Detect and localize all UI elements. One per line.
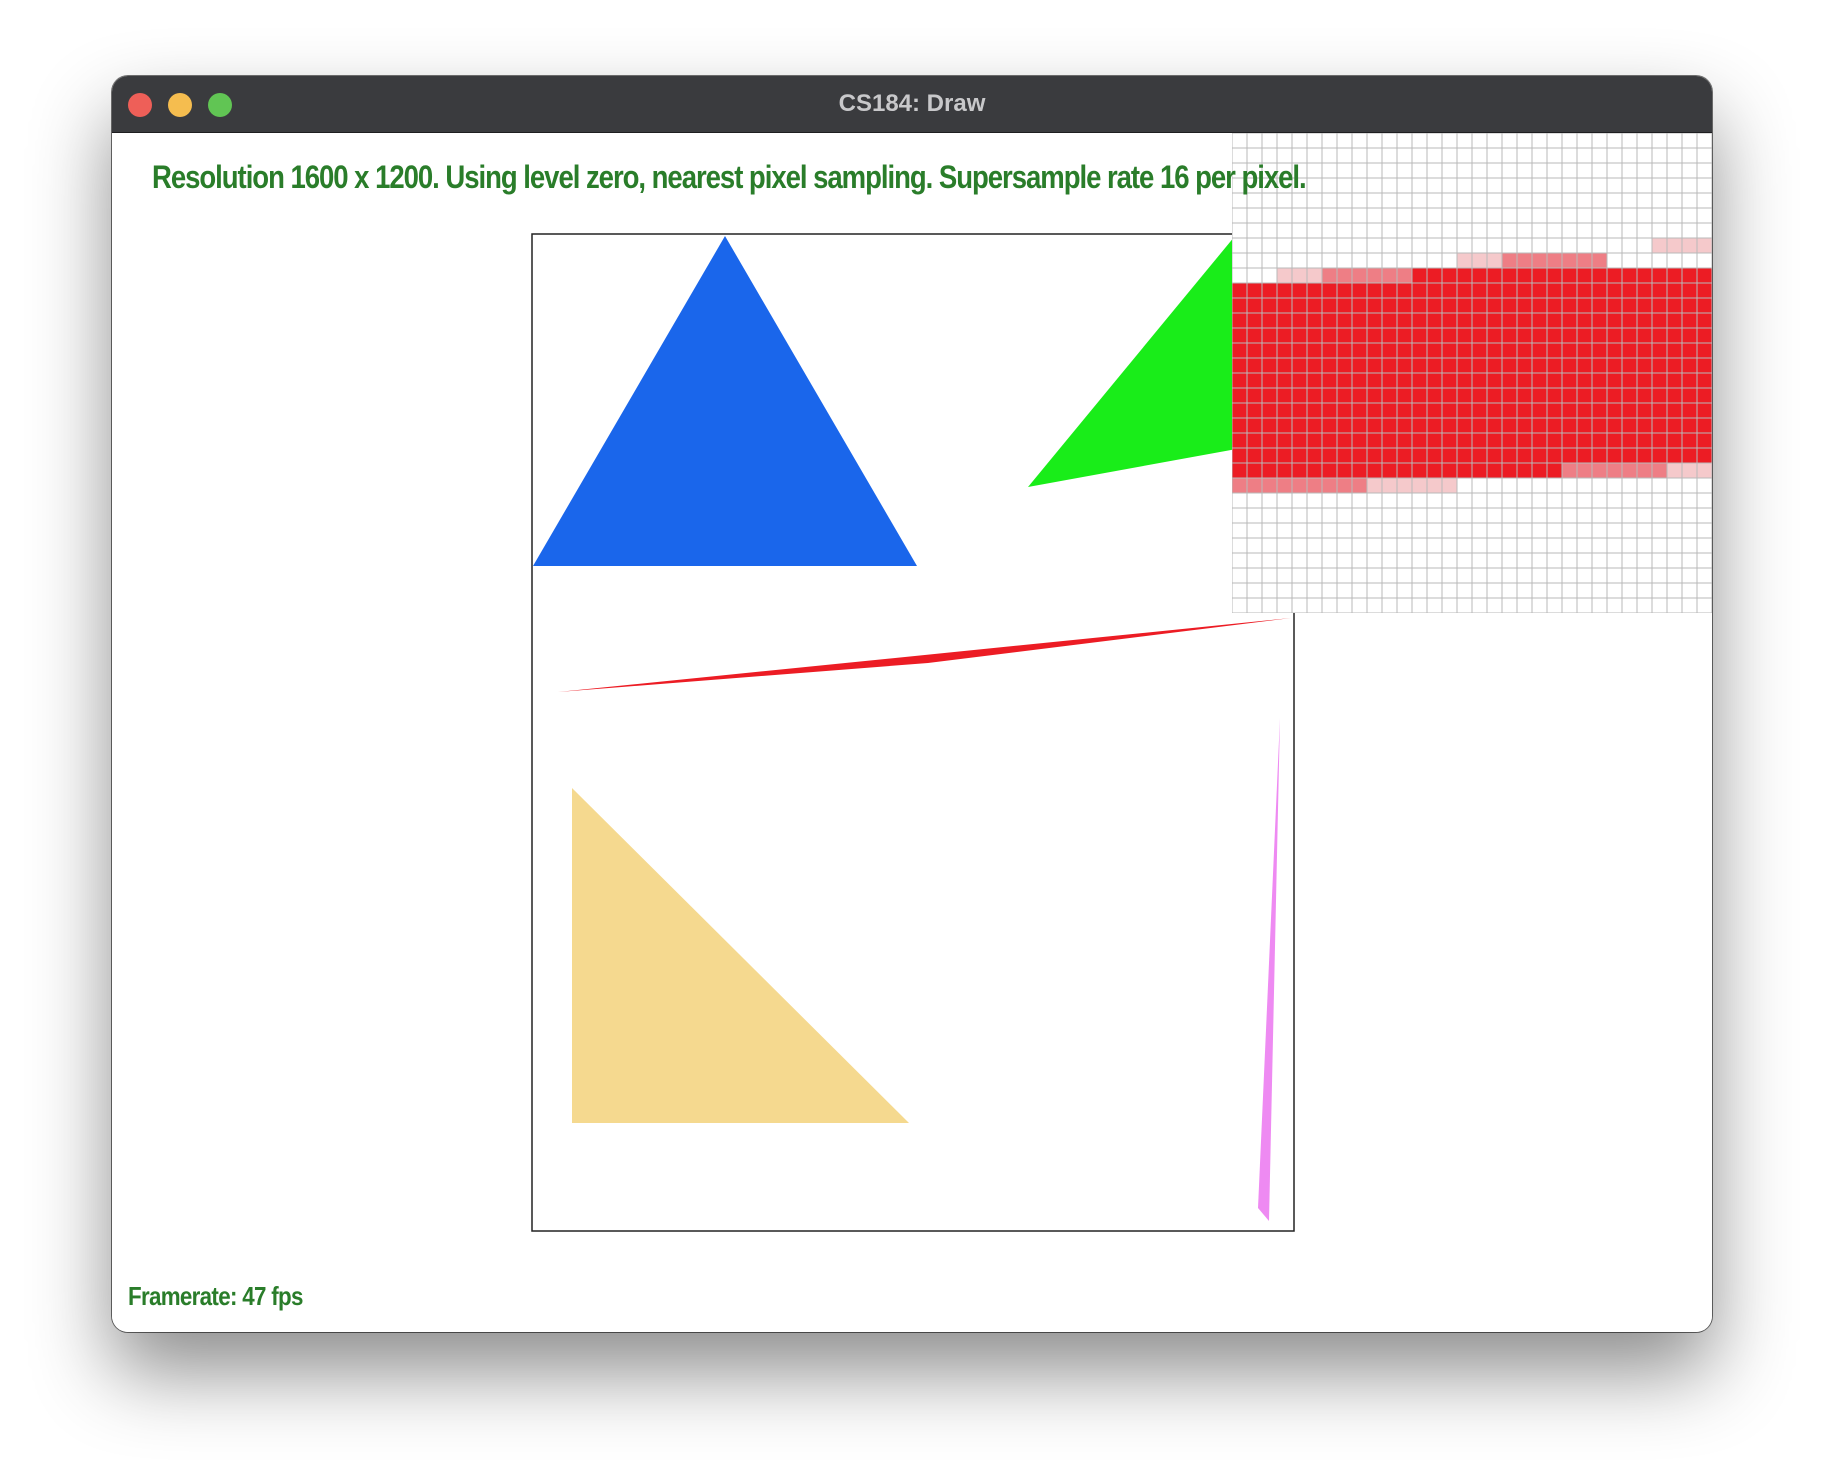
edge-pixel xyxy=(1367,478,1382,493)
edge-pixel xyxy=(1247,478,1262,493)
edge-pixel xyxy=(1517,253,1532,268)
render-area[interactable]: Resolution 1600 x 1200. Using level zero… xyxy=(112,133,1712,1332)
edge-pixel xyxy=(1322,268,1337,283)
edge-pixel xyxy=(1502,253,1517,268)
edge-pixel xyxy=(1232,478,1247,493)
edge-pixel xyxy=(1637,463,1652,478)
zoom-inset xyxy=(1232,133,1712,613)
edge-pixel xyxy=(1442,478,1457,493)
edge-pixel xyxy=(1487,253,1502,268)
edge-pixel xyxy=(1697,463,1712,478)
edge-pixel xyxy=(1682,238,1697,253)
edge-pixel xyxy=(1352,478,1367,493)
edge-pixel xyxy=(1667,463,1682,478)
edge-pixel xyxy=(1307,478,1322,493)
edge-pixel xyxy=(1397,478,1412,493)
edge-pixel xyxy=(1412,478,1427,493)
red-body-pixels xyxy=(1232,283,1607,478)
edge-pixel xyxy=(1592,253,1607,268)
edge-pixel xyxy=(1337,478,1352,493)
edge-pixel xyxy=(1697,238,1712,253)
edge-pixel xyxy=(1307,268,1322,283)
edge-pixel xyxy=(1562,463,1577,478)
edge-pixel xyxy=(1382,478,1397,493)
red-body-pixels xyxy=(1412,268,1607,283)
edge-pixel xyxy=(1262,478,1277,493)
edge-pixel xyxy=(1622,463,1637,478)
edge-pixel xyxy=(1322,478,1337,493)
title-bar: CS184: Draw xyxy=(112,76,1712,133)
edge-pixel xyxy=(1397,268,1412,283)
window-title: CS184: Draw xyxy=(838,90,986,117)
app-window: CS184: Draw Resolution 1600 x 1200. Usin… xyxy=(112,76,1712,1332)
edge-pixel xyxy=(1382,268,1397,283)
edge-pixel xyxy=(1562,253,1577,268)
edge-pixel xyxy=(1652,463,1667,478)
edge-pixel xyxy=(1547,253,1562,268)
edge-pixel xyxy=(1532,253,1547,268)
edge-pixel xyxy=(1682,463,1697,478)
edge-pixel xyxy=(1592,463,1607,478)
edge-pixel xyxy=(1277,268,1292,283)
edge-pixel xyxy=(1607,463,1622,478)
pixel-zoom-view xyxy=(1232,133,1712,613)
edge-pixel xyxy=(1292,268,1307,283)
edge-pixel xyxy=(1577,253,1592,268)
edge-pixel xyxy=(1577,463,1592,478)
edge-pixel xyxy=(1472,253,1487,268)
edge-pixel xyxy=(1367,268,1382,283)
edge-pixel xyxy=(1457,253,1472,268)
edge-pixel xyxy=(1667,238,1682,253)
edge-pixel xyxy=(1427,478,1442,493)
edge-pixel xyxy=(1277,478,1292,493)
status-info-text: Resolution 1600 x 1200. Using level zero… xyxy=(152,159,1307,195)
edge-pixel xyxy=(1352,268,1367,283)
edge-pixel xyxy=(1292,478,1307,493)
edge-pixel xyxy=(1652,238,1667,253)
edge-pixel xyxy=(1337,268,1352,283)
framerate-text: Framerate: 47 fps xyxy=(128,1281,303,1311)
